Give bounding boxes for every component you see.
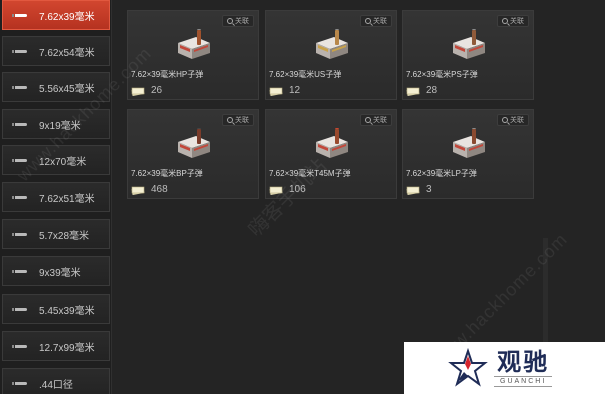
ammo-card[interactable]: 关联 7.62×39毫米PS子弹 28 <box>402 10 534 100</box>
ammo-quantity: 3 <box>426 184 432 195</box>
category-item-7-62x54[interactable]: 7.62x54毫米 <box>2 36 110 66</box>
category-label: 12.7x99毫米 <box>39 342 95 354</box>
ammo-name: 7.62×39毫米PS子弹 <box>406 70 478 79</box>
cash-icon <box>131 186 145 195</box>
category-item-7-62x39[interactable]: 7.62x39毫米 <box>2 0 110 30</box>
category-label: 7.62x39毫米 <box>39 11 95 23</box>
magnifier-icon <box>227 18 233 24</box>
cash-icon <box>131 87 145 96</box>
category-label: .44口径 <box>39 379 73 391</box>
details-button[interactable]: 关联 <box>222 15 254 27</box>
cash-icon <box>406 87 420 96</box>
category-label: 7.62x54毫米 <box>39 47 95 59</box>
magnifier-icon <box>365 117 371 123</box>
category-label: 9x39毫米 <box>39 267 81 279</box>
bullet-icon <box>12 269 27 273</box>
logo-text: 观驰 <box>497 348 550 376</box>
category-item-12-7x99[interactable]: 12.7x99毫米 <box>2 331 110 361</box>
category-label: 5.45x39毫米 <box>39 305 95 317</box>
ammo-box-icon <box>178 29 210 59</box>
category-item-5-45x39[interactable]: 5.45x39毫米 <box>2 294 110 324</box>
bullet-icon <box>12 13 27 17</box>
bullet-icon <box>12 344 27 348</box>
ammo-name: 7.62×39毫米BP子弹 <box>131 169 203 178</box>
magnifier-icon <box>365 18 371 24</box>
category-item-9x39[interactable]: 9x39毫米 <box>2 256 110 286</box>
guanchi-logo: 观驰 GUANCHI <box>404 342 605 394</box>
category-item-7-62x51[interactable]: 7.62x51毫米 <box>2 182 110 212</box>
details-button[interactable]: 关联 <box>497 114 529 126</box>
bullet-icon <box>12 195 27 199</box>
bullet-icon <box>12 122 27 126</box>
category-item-44-caliber[interactable]: .44口径 <box>2 368 110 394</box>
cash-icon <box>269 87 283 96</box>
ammo-name: 7.62×39毫米LP子弹 <box>406 169 477 178</box>
cash-icon <box>406 186 420 195</box>
star-logo-icon <box>448 348 488 387</box>
category-label: 7.62x51毫米 <box>39 193 95 205</box>
ammo-box-icon <box>453 29 485 59</box>
ammo-card[interactable]: 关联 7.62×39毫米LP子弹 3 <box>402 109 534 199</box>
ammo-box-icon <box>316 128 348 158</box>
ammo-quantity: 26 <box>151 85 163 96</box>
magnifier-icon <box>227 117 233 123</box>
bullet-icon <box>12 232 27 236</box>
details-button[interactable]: 关联 <box>497 15 529 27</box>
category-sidebar: 7.62x39毫米 7.62x54毫米 5.56x45毫米 9x19毫米 12x… <box>0 0 112 394</box>
logo-subtext: GUANCHI <box>494 375 553 387</box>
details-button[interactable]: 关联 <box>360 15 392 27</box>
ammo-box-icon <box>453 128 485 158</box>
ammo-box-icon <box>178 128 210 158</box>
category-label: 5.56x45毫米 <box>39 83 95 95</box>
bullet-icon <box>12 85 27 89</box>
ammo-card[interactable]: 关联 7.62×39毫米BP子弹 468 <box>127 109 259 199</box>
ammo-name: 7.62×39毫米US子弹 <box>269 70 342 79</box>
bullet-icon <box>12 381 27 385</box>
ammo-quantity: 28 <box>426 85 438 96</box>
bullet-icon <box>12 49 27 53</box>
details-button[interactable]: 关联 <box>360 114 392 126</box>
details-button[interactable]: 关联 <box>222 114 254 126</box>
category-item-5-7x28[interactable]: 5.7x28毫米 <box>2 219 110 249</box>
magnifier-icon <box>502 18 508 24</box>
ammo-quantity: 468 <box>151 184 168 195</box>
ammo-quantity: 12 <box>289 85 301 96</box>
ammo-box-icon <box>316 29 348 59</box>
category-label: 5.7x28毫米 <box>39 230 90 242</box>
ammo-card[interactable]: 关联 7.62×39毫米US子弹 12 <box>265 10 397 100</box>
bullet-icon <box>12 307 27 311</box>
magnifier-icon <box>502 117 508 123</box>
